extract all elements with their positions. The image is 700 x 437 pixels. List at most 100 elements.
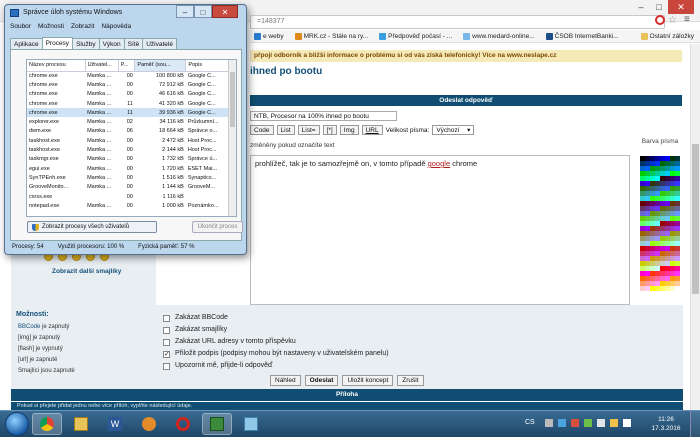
disable-bbcode-checkbox[interactable] [163,314,170,322]
tab-networking[interactable]: Sítě [123,38,144,49]
table-row[interactable]: notepad.exe Mamka ... 00 1 000 kB Poznámko..… [27,201,229,210]
font-color-label: Barva písma [641,138,679,145]
table-row[interactable]: taskhost.exe Mamka ... 00 2 472 kB Host Proc… [27,136,229,145]
taskbar-app[interactable] [236,413,266,435]
table-row[interactable]: dwm.exe Mamka ... 06 18 664 kB Správce o... [27,127,229,136]
tray-network-icon[interactable] [597,419,605,427]
cell-description: Průzkumní... [187,119,219,126]
tray-battery-icon[interactable] [584,419,592,427]
taskbar-chrome[interactable] [32,413,62,435]
table-row[interactable]: chrome.exe Mamka ... 00 100 800 kB Google C.… [27,71,229,80]
tray-arrow-icon[interactable] [545,419,553,427]
tab-users[interactable]: Uživatelé [142,38,177,49]
start-button[interactable] [5,412,29,436]
address-bar[interactable]: =148377 [250,15,665,29]
table-row[interactable]: taskmgr.exe Mamka ... 00 1 732 kB Správce ú.… [27,155,229,164]
taskbar-opera[interactable] [168,413,198,435]
column-header-description[interactable]: Popis [185,60,229,72]
other-bookmarks-folder[interactable]: Ostatní záložky [640,32,694,40]
close-icon[interactable]: ✕ [212,5,238,18]
message-link-google[interactable]: google [428,159,451,168]
menu-help[interactable]: Nápověda [101,23,131,30]
cell-name: SynTPEnh.exe [29,174,66,181]
color-palette[interactable] [640,156,680,304]
tab-applications[interactable]: Aplikace [10,38,43,49]
attach-signature-checkbox[interactable]: ✓ [163,350,170,358]
tab-performance[interactable]: Výkon [98,38,125,49]
option-bbcode[interactable]: BBCode [18,324,40,330]
column-header-name[interactable]: Název procesu [27,60,86,72]
font-size-select[interactable]: Výchozí ▾ [432,125,475,135]
bookmark-item[interactable]: e weby [254,32,284,40]
save-draft-button[interactable]: Uložit koncept [342,375,394,386]
column-header-user[interactable]: Uživatel... [85,60,119,72]
tab-processes[interactable]: Procesy [41,37,74,49]
bookmark-item[interactable]: MRK.cz - Stále na ry... [294,32,368,40]
table-row[interactable]: chrome.exe Mamka ... 00 72 912 kB Google C..… [27,80,229,89]
img-button[interactable]: Img [339,125,359,135]
table-row[interactable]: chrome.exe Mamka ... 00 46 616 kB Google C..… [27,90,229,99]
list-item-button[interactable]: [*] [322,125,337,135]
table-row[interactable]: taskhost.exe Mamka ... 00 2 144 kB Host Proc… [27,145,229,154]
column-header-cpu[interactable]: P... [118,60,136,72]
menu-options[interactable]: Možnosti [38,23,64,30]
url-button[interactable]: URL [361,125,383,135]
taskbar-media[interactable] [134,413,164,435]
process-list-scrollbar[interactable] [228,60,236,216]
taskbar-word[interactable]: W [100,413,130,435]
tray-flag-icon[interactable] [610,419,618,427]
submit-button[interactable]: Odeslat [304,375,339,386]
minimize-icon[interactable]: – [632,0,650,14]
tray-alert-icon[interactable] [571,419,579,427]
table-row[interactable]: egui.exe Mamka ... 00 1 720 kB ESET Mai... [27,164,229,173]
menu-view[interactable]: Zobrazit [71,23,94,30]
bookmark-item[interactable]: www.medard-online... [463,32,535,40]
column-header-memory[interactable]: Paměť (sou... [134,60,187,72]
maximize-icon[interactable]: □ [194,5,212,18]
scrollbar-thumb[interactable] [230,72,235,127]
language-indicator[interactable]: CS [525,419,535,426]
process-list[interactable]: Název procesu Uživatel... P... Paměť (so… [26,59,237,217]
table-row[interactable]: csrss.exe 00 1 116 kB [27,192,229,201]
notify-reply-checkbox[interactable] [163,362,170,370]
table-row[interactable]: GrooveMonito... Mamka ... 00 1 144 kB Groove… [27,183,229,192]
tray-eset-icon[interactable] [558,419,566,427]
list-ordered-button[interactable]: List= [297,125,320,135]
browser-menu-icon[interactable]: ≡ [684,14,690,25]
cancel-button[interactable]: Zrušit [397,375,424,386]
close-icon[interactable]: ✕ [668,0,694,14]
checkbox-label: Zakázat smajlíky [175,326,228,333]
tray-volume-icon[interactable] [623,419,631,427]
menu-file[interactable]: Soubor [10,23,31,30]
bookmark-item[interactable]: ČSOB InternetBanki... [545,32,619,40]
opera-extension-icon[interactable] [655,15,665,25]
bookmark-star-icon[interactable]: ☆ [668,15,677,26]
option-url: [url] [18,357,29,363]
show-all-processes-button[interactable]: Zobrazit procesy všech uživatelů [27,221,157,233]
message-textarea[interactable]: prohlížeč, tak je to samozřejmě on, v to… [250,155,630,305]
option-item: BBCode je zapnutý [18,322,75,333]
table-row[interactable]: SynTPEnh.exe Mamka ... 00 1 516 kB Synaptics… [27,173,229,182]
preview-button[interactable]: Náhled [270,375,301,386]
bookmark-item[interactable]: Předpověď počasí - ... [379,32,452,40]
list-button[interactable]: List [276,125,295,135]
table-row[interactable]: chrome.exe Mamka ... 11 39 936 kB Google C..… [27,108,229,118]
page-scrollbar[interactable] [690,44,700,410]
color-swatch[interactable] [675,286,680,291]
tab-services[interactable]: Služby [72,38,100,49]
show-desktop-button[interactable] [690,411,700,437]
clock[interactable]: 11:26 17.3.2016 [648,415,684,433]
end-process-button[interactable]: Ukončit proces [192,221,243,233]
taskbar-task-manager[interactable] [202,413,232,435]
code-button[interactable]: Code [250,125,274,135]
table-row[interactable]: explorer.exe Mamka ... 02 34 116 kB Průzkumn… [27,117,229,126]
taskbar-explorer[interactable] [66,413,96,435]
minimize-icon[interactable]: – [176,5,194,18]
disable-urls-checkbox[interactable] [163,338,170,346]
disable-smileys-checkbox[interactable] [163,326,170,334]
subject-input[interactable]: NTB, Procesor na 100% ihned po bootu [250,111,397,121]
scrollbar-thumb[interactable] [692,144,699,294]
table-row[interactable]: chrome.exe Mamka ... 11 41 320 kB Google C..… [27,99,229,108]
more-smileys-link[interactable]: Zobrazit další smajlíky [52,268,121,275]
maximize-icon[interactable]: □ [650,0,668,14]
